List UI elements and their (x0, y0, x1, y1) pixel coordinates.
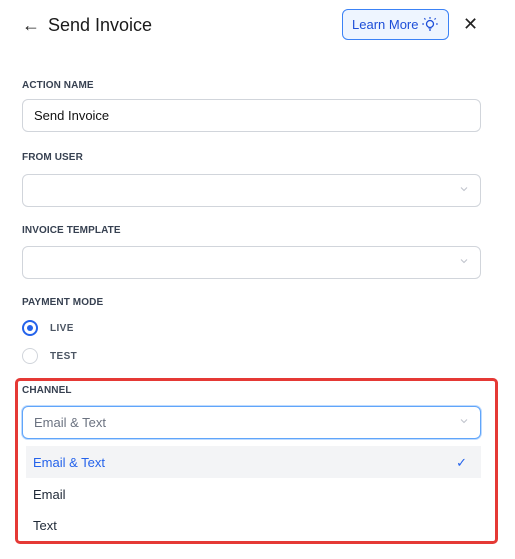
invoice-template-label: INVOICE TEMPLATE (22, 225, 121, 236)
learn-more-button[interactable]: Learn More (342, 9, 449, 40)
action-name-value: Send Invoice (34, 108, 110, 123)
payment-mode-live-radio[interactable]: LIVE (22, 319, 74, 337)
radio-button[interactable] (22, 348, 38, 364)
channel-value: Email & Text (34, 415, 107, 430)
radio-label-live: LIVE (50, 322, 74, 334)
from-user-label: FROM USER (22, 152, 83, 163)
action-name-label: ACTION NAME (22, 80, 94, 91)
learn-more-label: Learn More (352, 17, 419, 32)
close-icon[interactable]: ✕ (463, 13, 478, 35)
lightbulb-icon (422, 17, 438, 31)
from-user-select[interactable] (22, 174, 481, 207)
radio-label-test: TEST (50, 350, 78, 362)
option-label: Email & Text (33, 455, 106, 470)
action-name-input[interactable]: Send Invoice (22, 99, 481, 132)
payment-mode-label: PAYMENT MODE (22, 297, 104, 308)
channel-dropdown: Email & Text ✓ Email Text (26, 444, 481, 540)
invoice-template-select[interactable] (22, 246, 481, 279)
chevron-down-icon (460, 419, 468, 424)
chevron-down-icon (460, 259, 468, 264)
arrow-left-icon[interactable]: ← (22, 15, 40, 35)
payment-mode-test-radio[interactable]: TEST (22, 347, 77, 365)
channel-select[interactable]: Email & Text (22, 406, 481, 439)
dropdown-option-email-text[interactable]: Email & Text ✓ (26, 446, 481, 478)
option-label: Email (33, 487, 66, 502)
page-title: Send Invoice (48, 15, 153, 35)
dropdown-option-text[interactable]: Text (26, 509, 481, 541)
option-label: Text (33, 518, 57, 533)
radio-button-selected[interactable] (22, 320, 38, 336)
panel-header: ← Send Invoice Learn More ✕ (0, 0, 515, 56)
chevron-down-icon (460, 187, 468, 192)
check-icon: ✓ (456, 455, 467, 470)
dropdown-option-email[interactable]: Email (26, 478, 481, 510)
channel-label: CHANNEL (22, 385, 72, 396)
